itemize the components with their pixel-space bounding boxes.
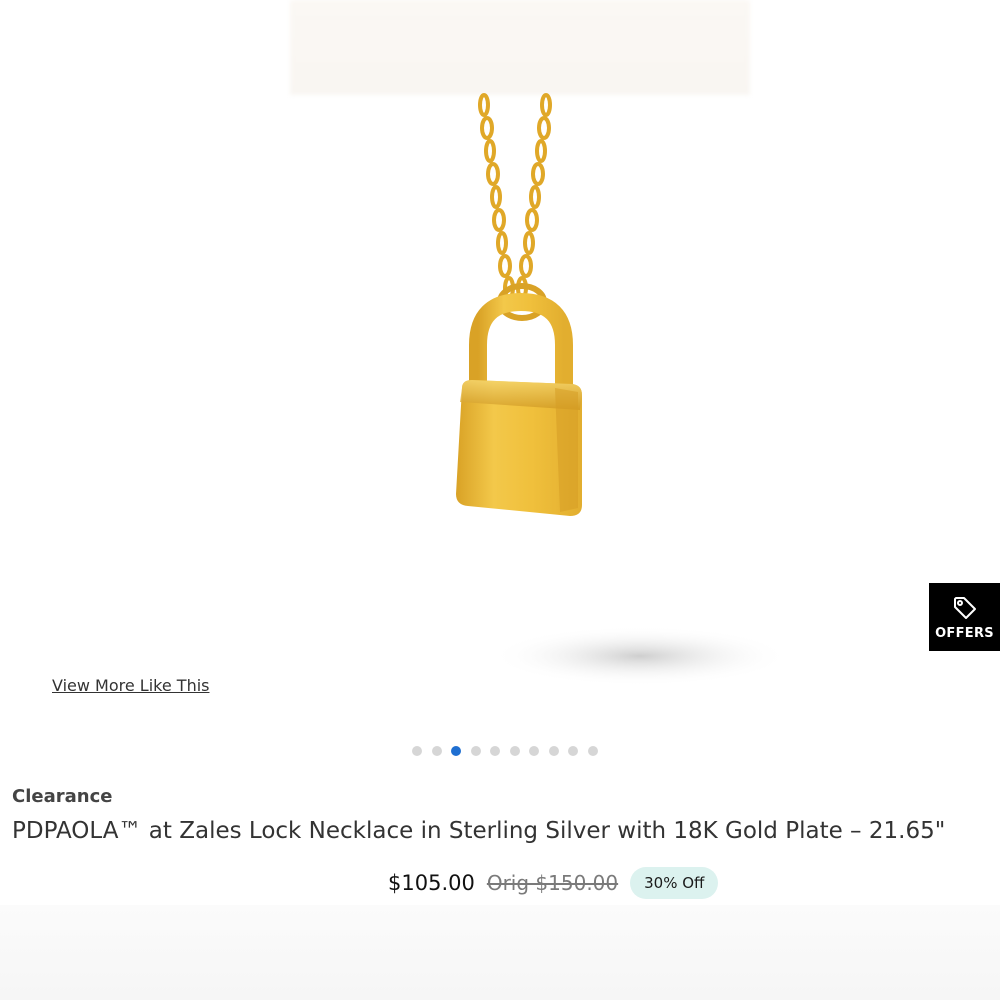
- price-row: $105.00 Orig $150.00 30% Off: [388, 867, 719, 899]
- product-page: OFFERS View More Like This Clearance PDP…: [0, 0, 1000, 1000]
- view-more-like-this-link[interactable]: View More Like This: [52, 676, 209, 695]
- offers-label: OFFERS: [935, 625, 994, 641]
- carousel-dot-active[interactable]: [451, 746, 461, 756]
- carousel-dot[interactable]: [587, 746, 598, 756]
- original-price: Orig $150.00: [486, 871, 619, 895]
- current-price: $105.00: [388, 871, 475, 895]
- bottom-backdrop: [0, 905, 1000, 1000]
- carousel-dot[interactable]: [412, 746, 422, 756]
- carousel-dot[interactable]: [548, 746, 559, 756]
- carousel-dot[interactable]: [568, 746, 578, 756]
- product-image[interactable]: [0, 0, 1000, 740]
- carousel-dot[interactable]: [509, 746, 520, 756]
- clearance-badge: Clearance: [12, 786, 113, 807]
- carousel-dot[interactable]: [490, 746, 500, 756]
- product-title: PDPAOLA™ at Zales Lock Necklace in Sterl…: [12, 818, 946, 844]
- carousel-dot[interactable]: [431, 746, 442, 756]
- carousel-dots: [412, 746, 598, 756]
- price-tag-icon: [953, 596, 976, 619]
- offers-tab[interactable]: OFFERS: [929, 583, 1000, 651]
- carousel-dot[interactable]: [529, 746, 539, 756]
- discount-badge: 30% Off: [630, 867, 719, 899]
- carousel-dot[interactable]: [470, 746, 481, 756]
